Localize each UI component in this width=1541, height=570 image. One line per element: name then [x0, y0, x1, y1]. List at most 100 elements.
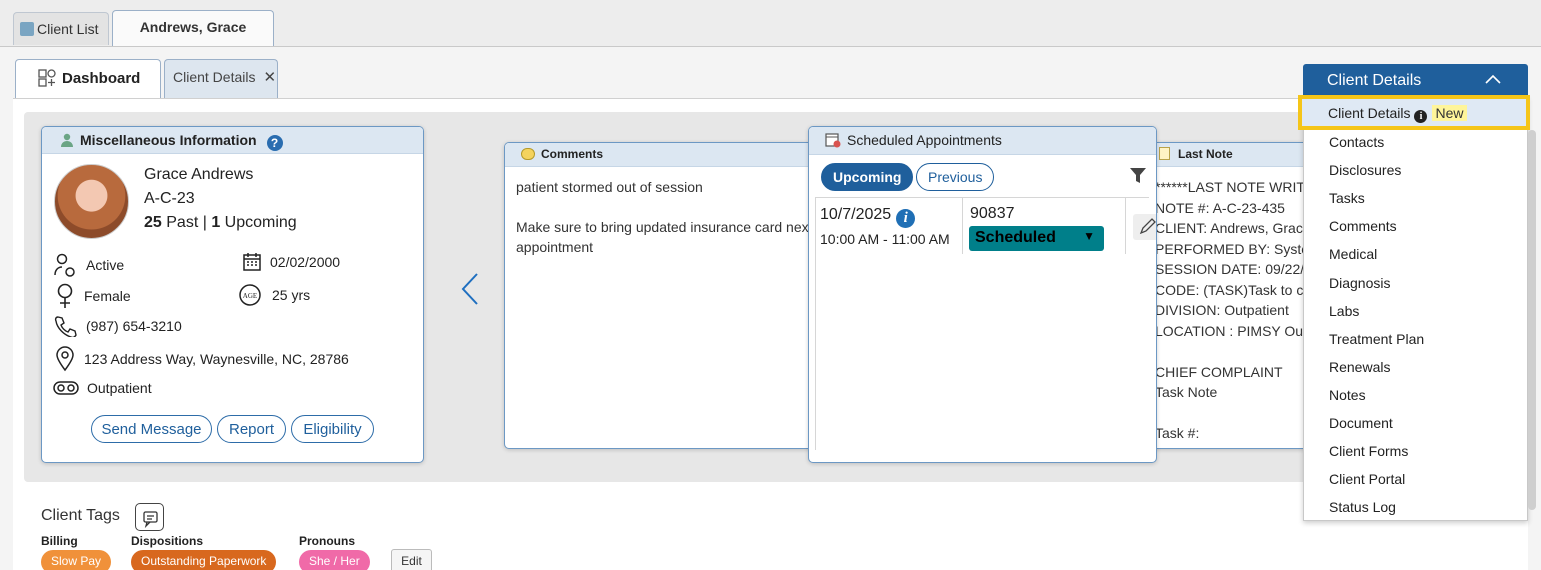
client-details-menu: Contacts Disclosures Tasks Comments Medical D…	[1303, 97, 1528, 521]
info-icon: i	[1414, 110, 1428, 123]
calendar-schedule-icon	[825, 133, 841, 148]
menu-item-tasks[interactable]: Tasks	[1329, 190, 1365, 206]
tab-client-list[interactable]: Client List	[13, 12, 109, 45]
pronouns-label: Pronouns	[299, 534, 355, 548]
comment-text-1: patient stormed out of session	[516, 179, 703, 195]
address-row: 123 Address Way, Waynesville, NC, 28786	[54, 346, 349, 372]
dispositions-tag: Outstanding Paperwork	[131, 550, 277, 570]
chevron-up-icon	[1485, 74, 1501, 84]
visit-counts: 25 Past | 1 Upcoming	[144, 214, 297, 232]
division-row: Outpatient	[53, 380, 152, 396]
info-icon[interactable]: i	[896, 209, 916, 228]
filter-icon[interactable]	[1129, 167, 1147, 184]
tab-dashboard-label: Dashboard	[62, 70, 141, 87]
last-note-text: ******LAST NOTE WRITTEN NOTE #: A-C-23-4…	[1155, 179, 1319, 447]
dob-row: 02/02/2000	[242, 252, 340, 272]
menu-item-labs[interactable]: Labs	[1329, 303, 1359, 319]
menu-item-comments[interactable]: Comments	[1329, 218, 1397, 234]
female-icon	[57, 283, 73, 308]
misc-info-title: Miscellaneous Information	[80, 132, 257, 148]
help-icon[interactable]: ?	[266, 135, 283, 151]
menu-item-client-portal[interactable]: Client Portal	[1329, 471, 1405, 487]
billing-tag: Slow Pay	[41, 550, 112, 570]
dropdown-label: Client Details	[1327, 72, 1422, 89]
person-status-icon	[54, 253, 75, 277]
past-count: 25	[144, 214, 162, 231]
location-pin-icon	[56, 346, 74, 372]
last-note-header: Last Note	[1141, 143, 1319, 167]
appointment-time: 10:00 AM - 11:00 AM	[820, 231, 950, 247]
appointment-date: 10/7/2025	[820, 206, 892, 223]
tab-previous[interactable]: Previous	[916, 163, 995, 191]
edit-appointment-button[interactable]	[1133, 214, 1156, 240]
tab-client-details-label: Client Details	[173, 69, 256, 85]
chevron-down-icon: ▼	[1083, 229, 1095, 243]
menu-item-diagnosis[interactable]: Diagnosis	[1329, 275, 1390, 291]
pencil-icon	[1139, 218, 1156, 235]
appointment-row[interactable]: 10/7/2025 i 10:00 AM - 11:00 AM 90837 Sch…	[815, 197, 1156, 452]
menu-item-treatment-plan[interactable]: Treatment Plan	[1329, 331, 1424, 347]
menu-item-disclosures[interactable]: Disclosures	[1329, 162, 1401, 178]
client-name: Grace Andrews	[144, 166, 254, 183]
menu-item-contacts[interactable]: Contacts	[1329, 134, 1384, 150]
last-note-card: Last Note ******LAST NOTE WRITTEN NOTE #…	[1140, 142, 1320, 449]
menu-scrollbar[interactable]	[1528, 130, 1536, 510]
menu-item-document[interactable]: Document	[1329, 415, 1393, 431]
tab-client-list-label: Client List	[37, 21, 99, 37]
upcoming-count: 1	[211, 214, 221, 231]
last-note-title: Last Note	[1178, 147, 1233, 161]
client-tags-title: Client Tags	[41, 507, 120, 524]
pronouns-tag: She / Her	[299, 550, 370, 570]
eligibility-button[interactable]: Eligibility	[291, 415, 374, 443]
tag-comment-icon[interactable]	[135, 503, 164, 531]
appointment-code: 90837	[970, 205, 1015, 222]
tab-upcoming[interactable]: Upcoming	[821, 163, 914, 191]
phone-icon	[54, 316, 77, 337]
close-icon[interactable]: ✕	[263, 69, 276, 86]
chevron-left-icon[interactable]	[460, 272, 480, 306]
menu-item-client-details-label: Client Details	[1328, 105, 1411, 121]
client-dob: 02/02/2000	[270, 254, 341, 270]
client-address: 123 Address Way, Waynesville, NC, 28786	[84, 351, 349, 367]
comments-title: Comments	[541, 147, 604, 161]
client-age: 25 yrs	[272, 287, 311, 303]
menu-item-notes[interactable]: Notes	[1329, 387, 1366, 403]
comment-text-2: Make sure to bring updated insurance car…	[516, 219, 813, 255]
appointment-status-select[interactable]: Scheduled ▼	[969, 226, 1104, 251]
tab-client-details[interactable]: Client Details ✕	[164, 59, 278, 99]
menu-item-status-log[interactable]: Status Log	[1329, 499, 1396, 515]
client-status: Active	[86, 257, 125, 273]
note-icon	[1159, 147, 1170, 160]
client-details-dropdown[interactable]: Client Details	[1303, 64, 1528, 97]
tab-dashboard[interactable]: Dashboard	[15, 59, 161, 99]
client-id: A-C-23	[144, 190, 195, 207]
appointment-status: Scheduled	[975, 229, 1056, 246]
comments-card: Comments patient stormed out of session …	[504, 142, 824, 449]
avatar	[54, 164, 129, 239]
menu-item-renewals[interactable]: Renewals	[1329, 359, 1390, 375]
edit-tags-button[interactable]: Edit	[391, 549, 432, 570]
menu-item-client-details[interactable]: Client Details i New	[1328, 105, 1467, 123]
gender-row: Female	[54, 283, 131, 309]
report-button[interactable]: Report	[217, 415, 286, 443]
menu-item-client-forms[interactable]: Client Forms	[1329, 443, 1408, 459]
tab-active-client[interactable]: Andrews, Grace	[112, 10, 274, 47]
billing-label: Billing	[41, 534, 78, 548]
age-row: AGE 25 yrs	[238, 284, 310, 306]
dispositions-label: Dispositions	[131, 534, 204, 548]
upcoming-label: Upcoming	[220, 214, 297, 231]
misc-info-card: Miscellaneous Information? Grace Andrews…	[41, 126, 424, 463]
client-gender: Female	[84, 288, 131, 304]
client-division: Outpatient	[87, 380, 152, 396]
svg-text:AGE: AGE	[243, 292, 257, 300]
appointment-date-cell: 10/7/2025 i	[820, 206, 916, 228]
phone-row: (987) 654-3210	[54, 315, 182, 337]
person-icon	[60, 133, 74, 147]
calendar-icon	[243, 253, 261, 271]
misc-info-header: Miscellaneous Information?	[42, 127, 423, 154]
send-message-button[interactable]: Send Message	[91, 415, 212, 443]
comments-icon	[521, 148, 535, 160]
division-icon	[53, 381, 79, 395]
tab-active-client-label: Andrews, Grace	[139, 19, 247, 35]
menu-item-medical[interactable]: Medical	[1329, 246, 1377, 262]
